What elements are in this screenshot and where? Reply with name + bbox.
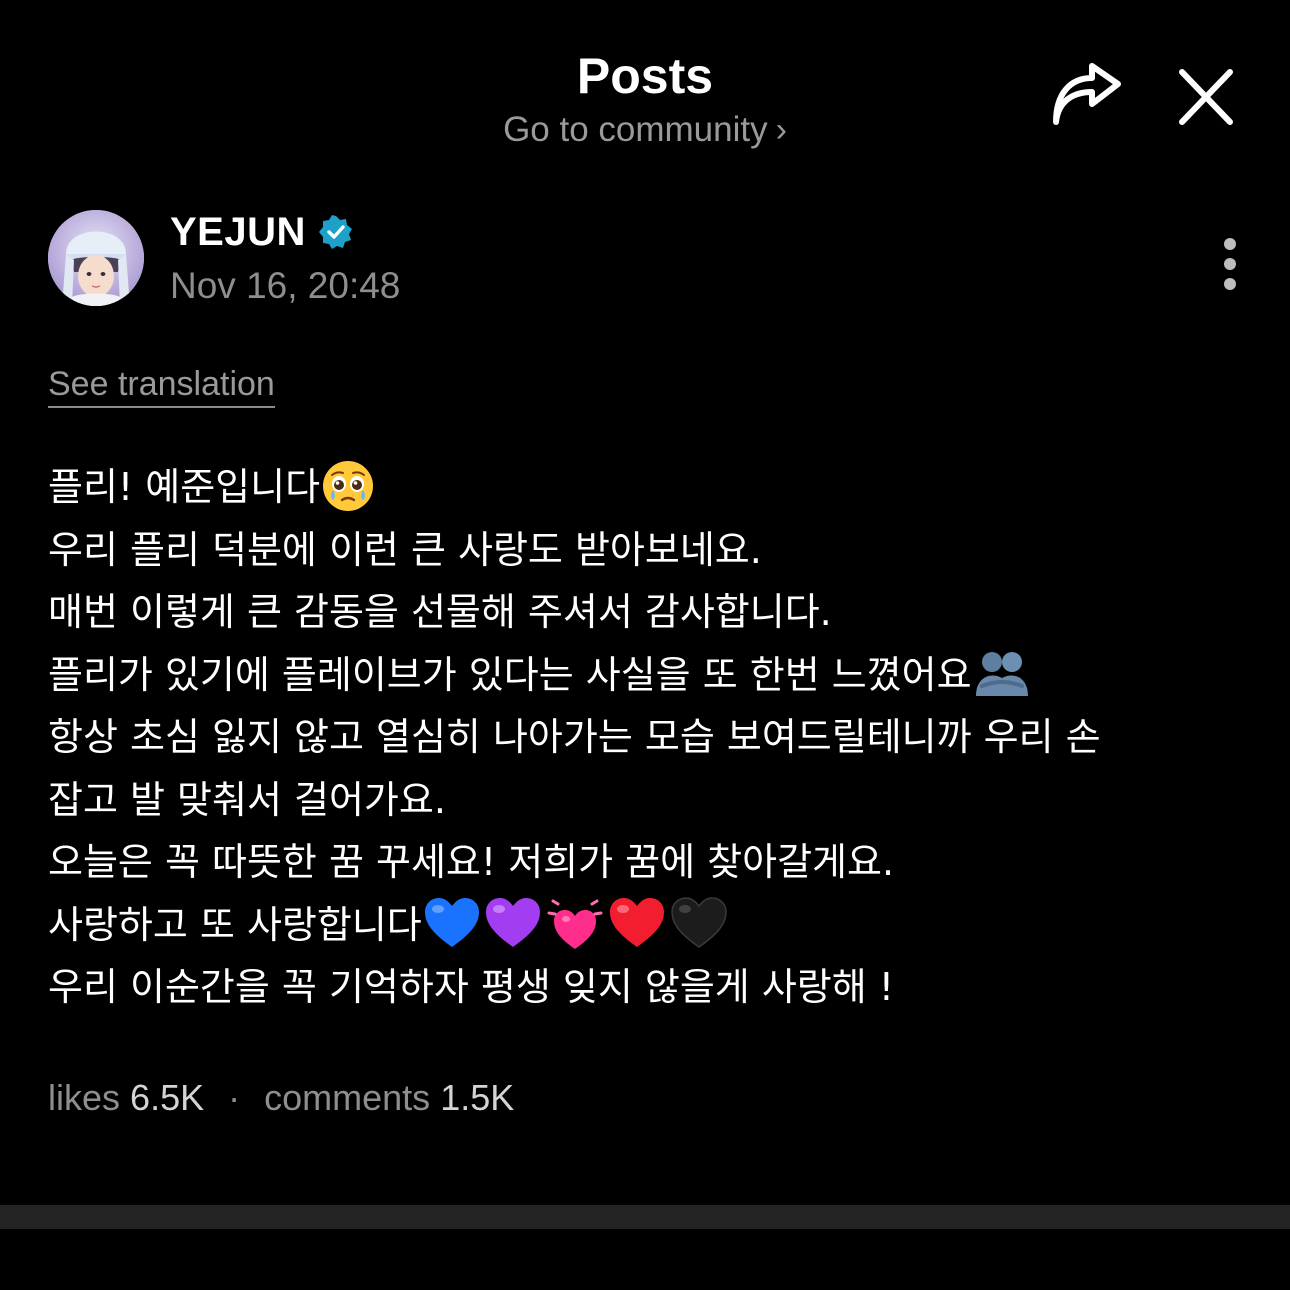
post-line: 우리 플리 덕분에 이런 큰 사랑도 받아보네요.: [48, 527, 762, 572]
red-heart-icon: [609, 898, 664, 947]
post-line: 사랑하고 또 사랑합니다: [48, 894, 1248, 957]
likes-count[interactable]: 6.5K: [130, 1077, 204, 1118]
post-line: 매번 이렇게 큰 감동을 선물해 주셔서 감사합니다.: [48, 590, 832, 634]
close-icon: [1179, 69, 1233, 125]
likes-label: likes: [48, 1077, 121, 1118]
two-hearts-icon: [547, 899, 603, 949]
post-author: YEJUN Nov 16, 20:48: [48, 210, 1248, 310]
post-line: 잡고 발 맞춰서 걸어가요.: [48, 777, 446, 822]
comments-label: comments: [264, 1077, 431, 1118]
blue-heart-icon: [424, 898, 479, 947]
purple-heart-icon: [485, 898, 540, 947]
stats-separator: ·: [228, 1077, 241, 1118]
header-bar: Posts Go to community ›: [0, 0, 1290, 180]
see-translation-link[interactable]: See translation: [48, 362, 275, 408]
post-line: 우리 이순간을 꼭 기억하자 평생 잊지 않을게 사랑해 !: [48, 965, 895, 1009]
pleading-tear-face-icon: [323, 460, 374, 511]
avatar[interactable]: [48, 210, 144, 306]
community-link-label: Go to community: [503, 110, 768, 149]
black-heart-icon: [671, 897, 727, 948]
people-hugging-icon: [975, 652, 1028, 696]
comments-count[interactable]: 1.5K: [440, 1077, 514, 1118]
section-divider: [0, 1205, 1290, 1229]
author-name[interactable]: YEJUN: [170, 210, 306, 254]
share-arrow-icon: [1053, 63, 1121, 125]
chevron-right-icon: ›: [775, 111, 787, 149]
post-line: 오늘은 꼭 따뜻한 꿈 꾸세요! 저희가 꿈에 찾아갈게요.: [48, 840, 895, 884]
more-options-button[interactable]: [1212, 236, 1248, 296]
post-line: 플리가 있기에 플레이브가 있다는 사실을 또 한번 느꼈어요: [48, 644, 1248, 707]
more-vertical-icon: [1224, 238, 1236, 250]
verified-badge-icon: [318, 214, 354, 250]
post-line: 항상 초심 잃지 않고 열심히 나아가는 모습 보여드릴테니까 우리 손: [48, 715, 1101, 759]
close-button[interactable]: [1172, 64, 1240, 130]
share-button[interactable]: [1048, 62, 1124, 132]
post-content: 플리! 예준입니다 우리 플리 덕분에 이런 큰 사랑도 받아보네요. 매번 이…: [48, 456, 1248, 1019]
post-stats: likes 6.5K · comments 1.5K: [48, 1076, 514, 1120]
post-line: 플리! 예준입니다: [48, 456, 1248, 519]
avatar-illustration: [48, 210, 144, 306]
post-timestamp: Nov 16, 20:48: [170, 265, 401, 306]
